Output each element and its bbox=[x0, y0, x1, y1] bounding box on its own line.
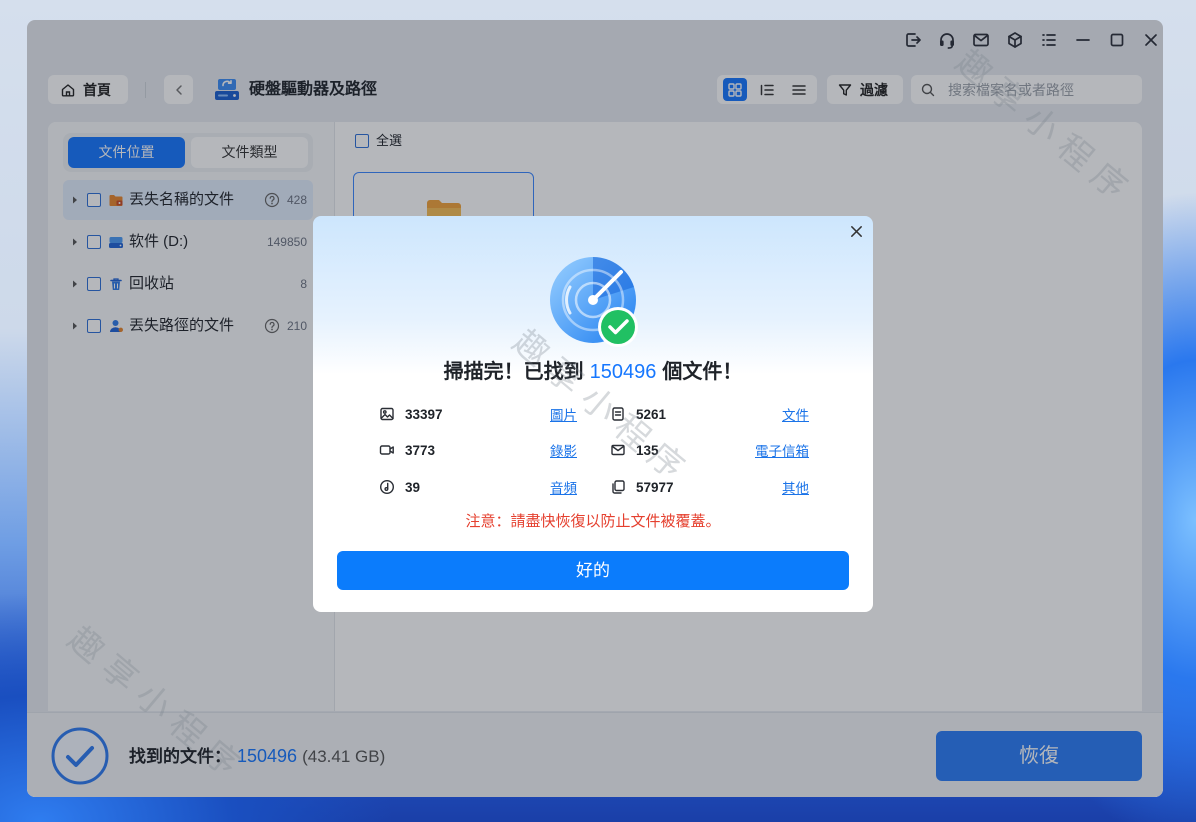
copy-icon bbox=[610, 479, 626, 495]
close-icon[interactable] bbox=[849, 224, 864, 239]
ok-button[interactable]: 好的 bbox=[337, 551, 849, 590]
warning-text: 注意：請盡快恢復以防止文件被覆蓋。 bbox=[465, 513, 721, 530]
mail-icon bbox=[610, 442, 626, 458]
stat-count: 33397 bbox=[405, 406, 443, 422]
stat-count: 3773 bbox=[405, 442, 436, 458]
scan-complete-dialog: 掃描完！已找到 150496 個文件！ 33397 圖片 5261 文件 3773 … bbox=[313, 216, 873, 612]
stat-others: 57977 其他 bbox=[610, 477, 809, 497]
stat-emails: 135 電子信箱 bbox=[610, 440, 809, 460]
stat-videos: 3773 錄影 bbox=[379, 440, 577, 460]
stat-count: 135 bbox=[636, 442, 659, 458]
stat-count: 39 bbox=[405, 479, 421, 495]
stat-link-emails[interactable]: 電子信箱 bbox=[755, 440, 809, 460]
stat-link-documents[interactable]: 文件 bbox=[782, 404, 809, 424]
stat-count: 57977 bbox=[636, 479, 674, 495]
image-icon bbox=[379, 406, 395, 422]
heading-count: 150496 bbox=[589, 361, 657, 383]
stat-link-images[interactable]: 圖片 bbox=[550, 404, 577, 424]
music-icon bbox=[379, 479, 395, 495]
document-icon bbox=[610, 406, 626, 422]
scan-complete-icon bbox=[548, 255, 648, 355]
stat-documents: 5261 文件 bbox=[610, 404, 809, 424]
video-icon bbox=[379, 442, 395, 458]
heading-suffix: 個文件！ bbox=[662, 361, 743, 383]
heading-prefix: 掃描完！已找到 bbox=[443, 361, 584, 383]
stat-audio: 39 音頻 bbox=[379, 477, 577, 497]
dialog-heading: 掃描完！已找到 150496 個文件！ bbox=[313, 356, 873, 388]
stat-link-others[interactable]: 其他 bbox=[782, 477, 809, 497]
stat-link-videos[interactable]: 錄影 bbox=[550, 440, 577, 460]
stat-link-audio[interactable]: 音頻 bbox=[550, 477, 577, 497]
stat-images: 33397 圖片 bbox=[379, 404, 577, 424]
stat-count: 5261 bbox=[636, 406, 667, 422]
